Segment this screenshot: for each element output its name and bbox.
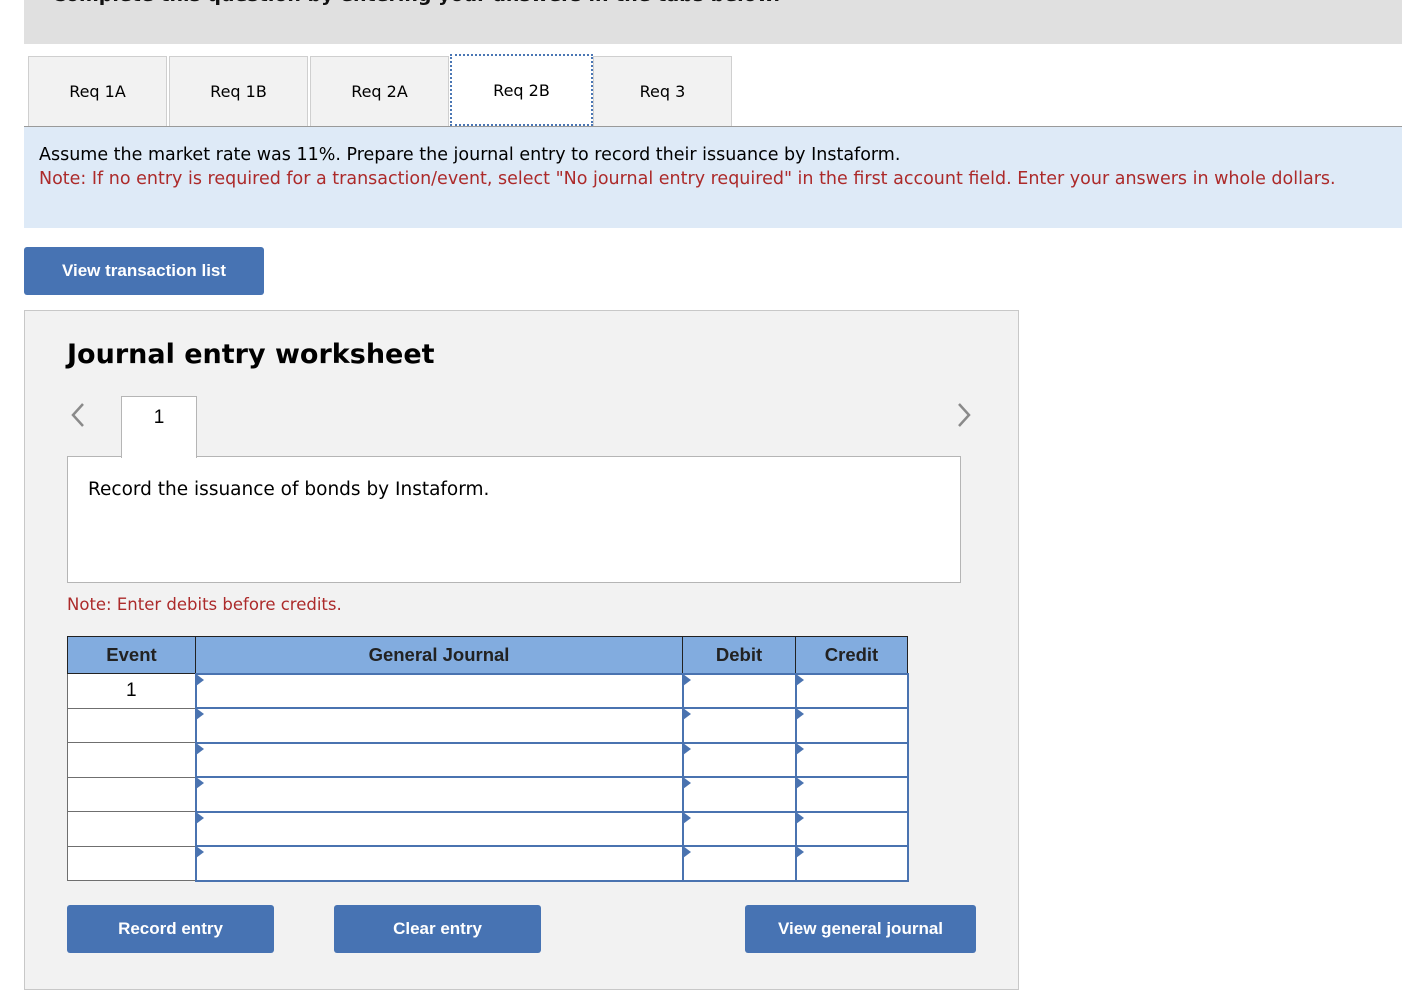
tab-req-1b[interactable]: Req 1B — [169, 56, 308, 126]
debit-input[interactable] — [683, 743, 795, 776]
credit-input[interactable] — [796, 812, 907, 845]
event-cell — [67, 707, 196, 743]
record-entry-button[interactable]: Record entry — [67, 905, 274, 953]
chevron-right-icon[interactable] — [955, 401, 973, 435]
credit-input[interactable] — [796, 778, 907, 811]
entry-description-box: Record the issuance of bonds by Instafor… — [67, 456, 961, 583]
debit-field[interactable] — [681, 845, 797, 882]
account-field[interactable] — [194, 741, 684, 778]
journal-entry-worksheet: Journal entry worksheet 1 Record the iss… — [24, 310, 1019, 990]
credit-field[interactable] — [794, 741, 909, 778]
clear-entry-button[interactable]: Clear entry — [334, 905, 541, 953]
account-input[interactable] — [196, 847, 682, 880]
event-cell — [67, 776, 196, 812]
account-field[interactable] — [194, 707, 684, 744]
question-header: Complete this question by entering your … — [24, 0, 1402, 44]
account-input[interactable] — [196, 709, 682, 742]
journal-table: Event General Journal Debit Credit 1 — [67, 636, 909, 882]
table-row — [67, 741, 909, 778]
chevron-left-icon[interactable] — [69, 401, 87, 435]
account-input[interactable] — [196, 674, 682, 707]
credit-field[interactable] — [794, 707, 909, 744]
debit-field[interactable] — [681, 672, 797, 709]
event-cell — [67, 742, 196, 778]
account-input[interactable] — [196, 743, 682, 776]
debit-field[interactable] — [681, 810, 797, 847]
instructions-note: Note: If no entry is required for a tran… — [39, 169, 1336, 189]
account-field[interactable] — [194, 672, 684, 709]
table-row — [67, 845, 909, 882]
header-general-journal: General Journal — [195, 636, 683, 674]
credit-field[interactable] — [794, 776, 909, 813]
debit-input[interactable] — [683, 674, 795, 707]
table-row — [67, 707, 909, 744]
question-header-text: Complete this question by entering your … — [52, 0, 780, 6]
entry-description: Record the issuance of bonds by Instafor… — [88, 479, 490, 500]
event-cell: 1 — [67, 673, 196, 709]
table-row — [67, 776, 909, 813]
entry-tab-1[interactable]: 1 — [121, 396, 197, 458]
header-credit: Credit — [795, 636, 908, 674]
event-cell — [67, 811, 196, 847]
debit-field[interactable] — [681, 741, 797, 778]
instructions-text: Assume the market rate was 11%. Prepare … — [39, 145, 901, 165]
credit-input[interactable] — [796, 743, 907, 776]
header-event: Event — [67, 636, 196, 674]
debit-input[interactable] — [683, 709, 795, 742]
table-row: 1 — [67, 672, 909, 709]
journal-header-row: Event General Journal Debit Credit — [67, 636, 908, 674]
debit-credit-note: Note: Enter debits before credits. — [67, 595, 342, 614]
tab-req-2b[interactable]: Req 2B — [450, 54, 593, 126]
account-field[interactable] — [194, 810, 684, 847]
tab-req-2a[interactable]: Req 2A — [310, 56, 449, 126]
credit-input[interactable] — [796, 847, 907, 880]
credit-field[interactable] — [794, 810, 909, 847]
event-cell — [67, 845, 196, 881]
instructions-panel: Assume the market rate was 11%. Prepare … — [24, 127, 1402, 228]
header-debit: Debit — [682, 636, 796, 674]
account-input[interactable] — [196, 812, 682, 845]
debit-field[interactable] — [681, 707, 797, 744]
debit-input[interactable] — [683, 778, 795, 811]
debit-field[interactable] — [681, 776, 797, 813]
credit-input[interactable] — [796, 674, 907, 707]
account-field[interactable] — [194, 776, 684, 813]
debit-input[interactable] — [683, 847, 795, 880]
tab-req-1a[interactable]: Req 1A — [28, 56, 167, 126]
requirement-tabs: Req 1A Req 1B Req 2A Req 2B Req 3 — [24, 54, 1402, 127]
account-input[interactable] — [196, 778, 682, 811]
debit-input[interactable] — [683, 812, 795, 845]
tab-req-3[interactable]: Req 3 — [593, 56, 732, 126]
table-row — [67, 810, 909, 847]
account-field[interactable] — [194, 845, 684, 882]
credit-field[interactable] — [794, 672, 909, 709]
credit-field[interactable] — [794, 845, 909, 882]
worksheet-title: Journal entry worksheet — [67, 339, 435, 370]
credit-input[interactable] — [796, 709, 907, 742]
view-transaction-list-button[interactable]: View transaction list — [24, 247, 264, 295]
view-general-journal-button[interactable]: View general journal — [745, 905, 976, 953]
